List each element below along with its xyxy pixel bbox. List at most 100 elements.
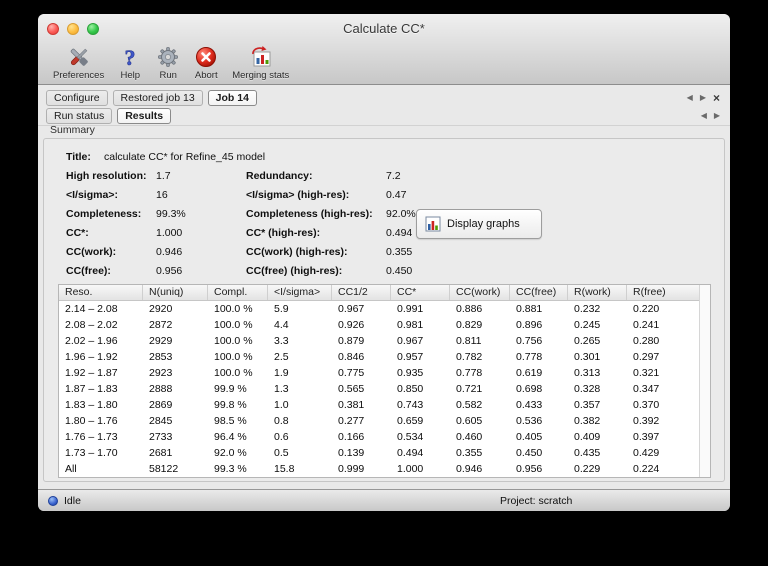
subtab-scroll-right-icon[interactable]: ▶ [714,112,720,120]
table-row[interactable]: 2.08 – 2.02 2872 100.0 % 4.4 0.926 0.981 0.829… [59,317,710,333]
summary-label: Redundancy: [246,170,313,182]
subtab-results[interactable]: Results [117,108,172,124]
table-cell: 0.981 [397,319,424,331]
tab-restored-job-13[interactable]: Restored job 13 [112,90,203,106]
toolbar-button-label: Preferences [53,70,105,81]
column-header[interactable]: R(free) [627,285,710,300]
job-tab-bar: Configure Restored job 13 Job 14 ◀ ▶ × [38,89,730,107]
table-cell: 2923 [149,367,173,379]
title-bar[interactable]: Calculate CC* [38,14,730,44]
column-header[interactable]: CC(free) [510,285,568,300]
column-header[interactable]: CC1/2 [332,285,391,300]
table-row[interactable]: 1.80 – 1.76 2845 98.5 % 0.8 0.277 0.659 0.605 0… [59,413,710,429]
job-tabs: Configure Restored job 13 Job 14 [46,90,262,106]
table-row[interactable]: 1.92 – 1.87 2923 100.0 % 1.9 0.775 0.935 0.778… [59,365,710,381]
status-bar: Idle Project: scratch [38,489,730,511]
summary-label: <I/sigma> (high-res): [246,189,350,201]
tab-scroll-right-icon[interactable]: ▶ [700,94,706,102]
table-cell: 0.967 [397,335,424,347]
column-header[interactable]: N(uniq) [143,285,208,300]
table-cell: 0.881 [516,303,543,315]
app-window: Calculate CC* Preferences ? Help Run Abort Me… [38,14,730,511]
display-graphs-button[interactable]: Display graphs [416,209,542,239]
table-cell: 2.14 – 2.08 [65,303,118,315]
toolbar-button-help[interactable]: ? Help [111,44,149,81]
table-cell: 0.370 [633,399,660,411]
toolbar-button-run[interactable]: Run [149,44,187,81]
zoom-window-button[interactable] [87,23,99,35]
table-cell: 0.381 [338,399,365,411]
table-cell: 0.245 [574,319,601,331]
table-cell: 1.73 – 1.70 [65,447,118,459]
table-row[interactable]: 1.76 – 1.73 2733 96.4 % 0.6 0.166 0.534 0.460 0… [59,429,710,445]
bar-chart-icon [425,216,441,232]
table-cell: 99.9 % [214,383,247,395]
tab-scroll-left-icon[interactable]: ◀ [687,94,693,102]
help-question-icon: ? [118,45,142,69]
toolbar-button-merging-stats[interactable]: Merging stats [225,44,296,81]
tab-configure[interactable]: Configure [46,90,108,106]
table-cell: 0.392 [633,415,660,427]
table-cell: 0.926 [338,319,365,331]
table-row[interactable]: 2.02 – 1.96 2929 100.0 % 3.3 0.879 0.967 0.811… [59,333,710,349]
column-header[interactable]: Compl. [208,285,268,300]
table-cell: 0.301 [574,351,601,363]
table-cell: 0.280 [633,335,660,347]
column-header[interactable]: R(work) [568,285,627,300]
table-cell: 99.3 % [214,463,247,475]
table-cell: 0.382 [574,415,601,427]
window-title: Calculate CC* [343,21,425,36]
table-cell: 0.850 [397,383,424,395]
table-cell: 0.405 [516,431,543,443]
table-cell: 92.0 % [214,447,247,459]
table-row[interactable]: 1.96 – 1.92 2853 100.0 % 2.5 0.846 0.957 0.782… [59,349,710,365]
table-cell: 0.429 [633,447,660,459]
table-cell: 0.756 [516,335,543,347]
table-row[interactable]: 2.14 – 2.08 2920 100.0 % 5.9 0.967 0.991 0.886… [59,301,710,317]
table-cell: 0.743 [397,399,424,411]
close-window-button[interactable] [47,23,59,35]
summary-value: 1.7 [156,170,171,182]
table-cell: 0.605 [456,415,483,427]
table-cell: 0.494 [397,447,424,459]
summary-value: 0.946 [156,246,183,258]
toolbar-button-abort[interactable]: Abort [187,44,225,81]
table-cell: 0.846 [338,351,365,363]
tab-job-14[interactable]: Job 14 [207,90,257,106]
column-header[interactable]: <I/sigma> [268,285,332,300]
table-cell: 0.721 [456,383,483,395]
summary-row: High resolution: 1.7 Redundancy: 7.2 [66,168,566,187]
table-cell: 0.565 [338,383,365,395]
table-cell: 1.96 – 1.92 [65,351,118,363]
table-scrollbar[interactable] [699,285,710,477]
table-row[interactable]: 1.87 – 1.83 2888 99.9 % 1.3 0.565 0.850 0.721 0… [59,381,710,397]
table-cell: 0.328 [574,383,601,395]
subtab-run-status[interactable]: Run status [46,108,113,124]
table-cell: 0.967 [338,303,365,315]
status-text: Idle [64,494,81,507]
table-body: 2.14 – 2.08 2920 100.0 % 5.9 0.967 0.991 0.886… [59,301,710,477]
result-tabs: Run status Results [46,108,176,124]
summary-section-label: Summary [50,124,95,136]
table-cell: 2845 [149,415,173,427]
table-row[interactable]: All 58122 99.3 % 15.8 0.999 1.000 0.946 0.956 0.… [59,461,710,477]
table-row[interactable]: 1.83 – 1.80 2869 99.8 % 1.0 0.381 0.743 0.582 0… [59,397,710,413]
summary-value: 1.000 [156,227,183,239]
preferences-tools-icon [67,45,91,69]
column-header[interactable]: Reso. [59,285,143,300]
table-cell: 0.409 [574,431,601,443]
subtab-scroll-left-icon[interactable]: ◀ [701,112,707,120]
table-cell: 0.778 [456,367,483,379]
column-header[interactable]: CC(work) [450,285,510,300]
table-row[interactable]: 1.73 – 1.70 2681 92.0 % 0.5 0.139 0.494 0.355 0… [59,445,710,461]
summary-label: High resolution: [66,170,147,182]
tab-close-icon[interactable]: × [713,92,720,104]
table-cell: 1.000 [397,463,424,475]
table-cell: 0.956 [516,463,543,475]
table-cell: 2.08 – 2.02 [65,319,118,331]
minimize-window-button[interactable] [67,23,79,35]
column-header[interactable]: CC* [391,285,450,300]
toolbar-button-preferences[interactable]: Preferences [46,44,111,81]
table-cell: 0.8 [274,415,289,427]
table-cell: 2920 [149,303,173,315]
